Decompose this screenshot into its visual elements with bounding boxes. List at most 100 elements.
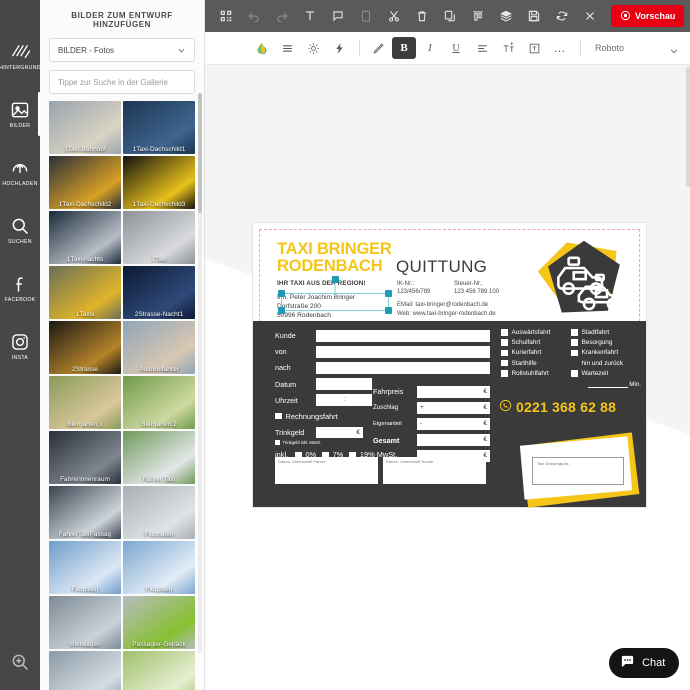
clipboard-icon[interactable]: [353, 4, 379, 28]
align-left-icon[interactable]: [470, 37, 494, 59]
gallery-thumbnail[interactable]: 1Taxi-Bahnhof: [49, 101, 121, 154]
ik-number[interactable]: IK-Nr.: 123/456/789: [397, 280, 430, 297]
align-top-icon[interactable]: [465, 4, 491, 28]
list-icon[interactable]: [275, 37, 299, 59]
input-gesamt[interactable]: [417, 434, 490, 446]
checkbox-ride-option[interactable]: [501, 349, 508, 357]
gallery-thumbnail[interactable]: Biergarten 1: [49, 376, 121, 429]
ride-option[interactable]: Starthilfe: [501, 360, 569, 367]
signature-customer[interactable]: Datum, Unterschrift Kunde: [383, 457, 486, 484]
checkbox-ride-option[interactable]: [571, 349, 578, 357]
checkbox-ride-option[interactable]: [501, 329, 508, 336]
checkbox-ride-option[interactable]: [501, 370, 508, 377]
magnifier-icon[interactable]: [10, 652, 30, 672]
refresh-icon[interactable]: [549, 4, 575, 28]
gallery-thumbnail[interactable]: Passagier-Strasse: [49, 651, 121, 690]
chat-button[interactable]: Chat: [609, 648, 680, 678]
ride-option[interactable]: hin und zurück: [571, 360, 641, 367]
ride-option[interactable]: Kurierfahrt: [501, 349, 569, 356]
gallery-thumbnail[interactable]: AutoBeifahrer: [123, 321, 195, 374]
steuer-number[interactable]: Steuer-Nr.: 123 456 789 100: [454, 280, 499, 297]
input-kunde[interactable]: [316, 330, 490, 342]
tagline[interactable]: IHR TAXI AUS DER REGION!: [277, 280, 366, 287]
qr-icon[interactable]: [213, 4, 239, 28]
input-datum[interactable]: [316, 378, 372, 390]
gallery-thumbnail[interactable]: 2Strasse: [49, 321, 121, 374]
rail-item-suchen[interactable]: SUCHEN: [0, 204, 40, 256]
color-drop-icon[interactable]: [249, 37, 273, 59]
category-select[interactable]: BILDER - Fotos: [49, 38, 195, 62]
gallery-thumbnail[interactable]: Mietwagen: [49, 596, 121, 649]
gallery-thumbnail[interactable]: 1Taxi-Dachschild2: [49, 156, 121, 209]
gallery-thumbnail[interactable]: Biergarten 2: [123, 376, 195, 429]
pen-icon[interactable]: [366, 37, 390, 59]
input-trinkgeld[interactable]: [316, 426, 363, 439]
gallery-thumbnail[interactable]: 1Taxi-Dachschild1: [123, 101, 195, 154]
checkbox-trinkgeld-mwst[interactable]: [275, 440, 280, 445]
chevron-down-icon[interactable]: [669, 43, 679, 54]
checkbox-ride-option[interactable]: [501, 359, 508, 367]
checkbox-ride-option[interactable]: [501, 339, 508, 346]
canvas-area[interactable]: TAXI BRINGER RODENBACH QUITTUNG IHR TAXI…: [205, 65, 690, 690]
ride-option[interactable]: Schulfahrt: [501, 339, 569, 346]
input-fahrpreis[interactable]: [417, 386, 490, 398]
input-von[interactable]: [316, 346, 490, 358]
text-box-icon[interactable]: [522, 37, 546, 59]
copy-icon[interactable]: [437, 4, 463, 28]
more-icon[interactable]: …: [548, 37, 572, 59]
input-uhrzeit[interactable]: [316, 394, 372, 406]
input-zuschlag[interactable]: [417, 402, 490, 414]
redo-icon[interactable]: [269, 4, 295, 28]
amount-row-fahrpreis[interactable]: Fahrpreis: [373, 385, 490, 399]
font-size-icon[interactable]: [496, 37, 520, 59]
gallery-thumbnail[interactable]: Passagier-Gepäck: [123, 596, 195, 649]
brand-title[interactable]: TAXI BRINGER RODENBACH: [277, 241, 399, 275]
image-gallery[interactable]: 1Taxi-Bahnhof 1Taxi-Dachschild1 1Taxi-Dach…: [40, 101, 204, 690]
rail-item-hochladen[interactable]: HOCHLADEN: [0, 146, 40, 198]
cut-icon[interactable]: [381, 4, 407, 28]
input-nach[interactable]: [316, 362, 490, 374]
gallery-thumbnail[interactable]: Fahrerinnenraum: [49, 431, 121, 484]
layers-icon[interactable]: [493, 4, 519, 28]
text-icon[interactable]: [297, 4, 323, 28]
checkbox-rechnungsfahrt[interactable]: [275, 412, 282, 420]
rail-item-facebook[interactable]: FACEBOOK: [0, 262, 40, 314]
phone-number[interactable]: 0221 368 62 88: [499, 399, 616, 415]
bold-icon[interactable]: B: [392, 37, 416, 59]
save-icon[interactable]: [521, 4, 547, 28]
effect-icon[interactable]: [327, 37, 351, 59]
wartezeit-minutes[interactable]: Min.: [571, 380, 641, 388]
font-family-select[interactable]: Roboto: [595, 43, 669, 53]
gallery-thumbnail[interactable]: 1Taxi-nachts: [49, 211, 121, 264]
taxi-cars-icon[interactable]: [530, 239, 626, 321]
gallery-thumbnail[interactable]: Flugzeug: [49, 541, 121, 594]
ride-option[interactable]: Stadtfahrt: [571, 329, 641, 336]
amount-row-eigenanteil[interactable]: Eigenanteil: [373, 417, 490, 431]
company-address[interactable]: Inh. Peter Joachim Bringer Dorfstraße 20…: [277, 293, 355, 321]
field-row-kunde[interactable]: Kunde: [275, 329, 490, 343]
ride-option[interactable]: Rollstuhlfahrt: [501, 370, 569, 377]
gallery-thumbnail[interactable]: FahrerTaxiPassag: [49, 486, 121, 539]
gallery-search-input[interactable]: Tippe zur Suche in der Gallerie: [49, 70, 195, 94]
ride-option[interactable]: Besorgung: [571, 339, 641, 346]
undo-icon[interactable]: [241, 4, 267, 28]
rail-item-insta[interactable]: INSTA: [0, 320, 40, 372]
preview-button[interactable]: Vorschau: [611, 5, 685, 27]
canvas-scrollbar[interactable]: [686, 67, 690, 187]
shape-icon[interactable]: [325, 4, 351, 28]
checkbox-ride-option[interactable]: [571, 339, 578, 346]
checkbox-ride-option[interactable]: [571, 370, 578, 377]
gallery-thumbnail[interactable]: Passagier-Strasse2: [123, 651, 195, 690]
amount-row-zuschlag[interactable]: Zuschlag: [373, 401, 490, 415]
trash-icon[interactable]: [409, 4, 435, 28]
signature-driver[interactable]: Datum, Unterschrift Fahrer: [275, 457, 378, 484]
brightness-icon[interactable]: [301, 37, 325, 59]
italic-icon[interactable]: I: [418, 37, 442, 59]
field-row-nach[interactable]: nach: [275, 361, 490, 375]
gallery-thumbnail[interactable]: Flughafen: [123, 486, 195, 539]
ordnung-nr-box[interactable]: Taxi Ordnungs-Nr.:: [532, 457, 624, 485]
amount-row-gesamt[interactable]: Gesamt: [373, 433, 490, 447]
checkbox-ride-option[interactable]: [571, 329, 578, 336]
ride-option[interactable]: Krankenfahrt: [571, 349, 641, 356]
gallery-thumbnail[interactable]: 1Taxi: [123, 211, 195, 264]
